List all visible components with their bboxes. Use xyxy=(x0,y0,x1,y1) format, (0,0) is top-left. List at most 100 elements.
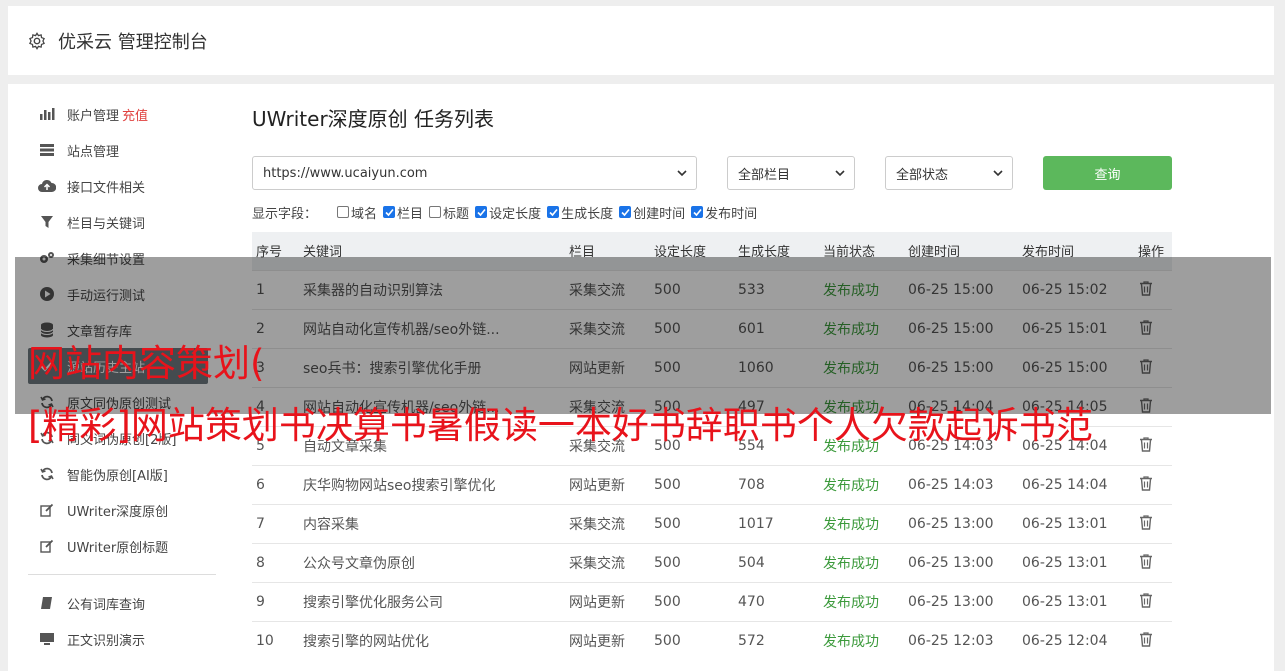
action-cell xyxy=(1134,425,1172,465)
site-select[interactable]: https://www.ucaiyun.com xyxy=(252,156,697,190)
table-cell: 500 xyxy=(650,581,734,621)
column-select[interactable]: 全部栏目 xyxy=(727,156,855,190)
table-cell: 06-25 13:00 xyxy=(904,542,1018,582)
field-checkbox-title[interactable]: 标题 xyxy=(429,203,469,222)
server-icon xyxy=(38,141,56,159)
chevron-down-icon xyxy=(677,170,687,177)
checkbox-checked[interactable] xyxy=(475,206,488,218)
desktop-icon xyxy=(38,630,56,648)
table-row: 8 公众号文章伪原创 采集交流 500 504 发布成功 06-25 13:00 06-25 … xyxy=(252,542,1172,582)
trash-icon[interactable] xyxy=(1138,514,1154,530)
sidebar-item-label: UWriter深度原创 xyxy=(67,504,169,520)
table-cell: 572 xyxy=(734,620,819,660)
table-cell: 内容采集 xyxy=(299,503,565,543)
table-cell: 采集交流 xyxy=(565,503,650,543)
sidebar-item-uwriter[interactable]: UWriter深度原创 xyxy=(28,492,228,528)
field-checkbox-column[interactable]: 栏目 xyxy=(383,203,423,222)
checkbox-label: 栏目 xyxy=(397,206,424,222)
checkbox-label: 生成长度 xyxy=(561,206,614,222)
app-title: 优采云 管理控制台 xyxy=(58,31,208,53)
status-select[interactable]: 全部状态 xyxy=(885,156,1013,190)
table-cell: 06-25 13:01 xyxy=(1018,542,1134,582)
sidebar-item-account[interactable]: 账户管理 充值 xyxy=(28,96,228,132)
table-cell: 网站更新 xyxy=(565,464,650,504)
sidebar-item-columns[interactable]: 栏目与关键词 xyxy=(28,204,228,240)
sidebar-item-label: 栏目与关键词 xyxy=(67,216,146,232)
trash-icon[interactable] xyxy=(1138,475,1154,491)
table-row: 6 庆华购物网站seo搜索引擎优化 网站更新 500 708 发布成功 06-25 14:0… xyxy=(252,464,1172,504)
recharge-link[interactable]: 充值 xyxy=(122,105,148,124)
sidebar-item-label: 智能伪原创[AI版] xyxy=(67,468,168,484)
action-cell xyxy=(1134,464,1172,504)
table-cell: 06-25 13:00 xyxy=(904,581,1018,621)
book-icon xyxy=(38,594,56,612)
table-cell: 搜索引擎的网站优化 xyxy=(299,620,565,660)
overlay-banner xyxy=(15,257,1271,414)
sidebar-divider xyxy=(28,574,216,575)
checkbox-label: 发布时间 xyxy=(705,206,758,222)
table-cell: 06-25 13:00 xyxy=(904,503,1018,543)
chevron-down-icon xyxy=(993,170,1003,177)
trash-icon[interactable] xyxy=(1138,436,1154,452)
site-select-value: https://www.ucaiyun.com xyxy=(263,165,428,181)
sidebar-item-label: 正文识别演示 xyxy=(67,633,146,649)
checkbox-checked[interactable] xyxy=(691,206,704,218)
table-cell: 500 xyxy=(650,464,734,504)
field-checkbox-created[interactable]: 创建时间 xyxy=(619,203,685,222)
overlay-text-line1: 网站内容策划( xyxy=(28,342,265,385)
sidebar-item-public-lexicon[interactable]: 公有词库查询 xyxy=(28,585,228,621)
table-cell: 06-25 12:03 xyxy=(904,620,1018,660)
table-cell: 发布成功 xyxy=(819,542,904,582)
sidebar-item-text-recognition[interactable]: 正文识别演示 xyxy=(28,621,228,657)
table-cell: 7 xyxy=(252,503,299,543)
field-checkbox-set-length[interactable]: 设定长度 xyxy=(475,203,541,222)
gear-icon xyxy=(29,31,45,50)
table-cell: 网站更新 xyxy=(565,581,650,621)
trash-icon[interactable] xyxy=(1138,553,1154,569)
sidebar-item-interface[interactable]: 接口文件相关 xyxy=(28,168,228,204)
table-cell: 06-25 13:01 xyxy=(1018,503,1134,543)
table-cell: 1017 xyxy=(734,503,819,543)
checkbox-label: 域名 xyxy=(351,206,378,222)
trash-icon[interactable] xyxy=(1138,631,1154,647)
table-row: 7 内容采集 采集交流 500 1017 发布成功 06-25 13:00 06-25 13:… xyxy=(252,503,1172,543)
top-header: 优采云 管理控制台 xyxy=(8,6,1274,75)
table-cell: 500 xyxy=(650,503,734,543)
field-checkbox-domain[interactable]: 域名 xyxy=(337,203,377,222)
trash-icon[interactable] xyxy=(1138,592,1154,608)
table-cell: 发布成功 xyxy=(819,503,904,543)
cloud-upload-icon xyxy=(38,177,56,195)
table-cell: 500 xyxy=(650,620,734,660)
table-cell: 6 xyxy=(252,464,299,504)
table-cell: 9 xyxy=(252,581,299,621)
checkbox-unchecked[interactable] xyxy=(429,206,442,218)
action-cell xyxy=(1134,620,1172,660)
table-cell: 采集交流 xyxy=(565,542,650,582)
checkbox-checked[interactable] xyxy=(383,206,396,218)
filter-icon xyxy=(38,213,56,231)
checkbox-unchecked[interactable] xyxy=(337,206,350,218)
display-fields: 显示字段： 域名 栏目 标题 设定长度 生成长度 创建时间 发布时间 xyxy=(252,202,1172,222)
checkbox-label: 创建时间 xyxy=(633,206,686,222)
field-checkbox-gen-length[interactable]: 生成长度 xyxy=(547,203,613,222)
action-cell xyxy=(1134,581,1172,621)
sidebar-item-sites[interactable]: 站点管理 xyxy=(28,132,228,168)
action-cell xyxy=(1134,503,1172,543)
filter-bar: https://www.ucaiyun.com 全部栏目 全部状态 查询 xyxy=(252,156,1172,190)
checkbox-checked[interactable] xyxy=(619,206,632,218)
checkbox-checked[interactable] xyxy=(547,206,560,218)
table-cell: 搜索引擎优化服务公司 xyxy=(299,581,565,621)
table-cell: 8 xyxy=(252,542,299,582)
field-checkbox-published[interactable]: 发布时间 xyxy=(691,203,757,222)
table-row: 9 搜索引擎优化服务公司 网站更新 500 470 发布成功 06-25 13:00 06-2… xyxy=(252,581,1172,621)
column-select-value: 全部栏目 xyxy=(738,167,791,183)
table-cell: 708 xyxy=(734,464,819,504)
sidebar-item-uwriter-title[interactable]: UWriter原创标题 xyxy=(28,528,228,564)
table-row: 10 搜索引擎的网站优化 网站更新 500 572 发布成功 06-25 12:03 06-2… xyxy=(252,620,1172,660)
status-select-value: 全部状态 xyxy=(896,167,949,183)
query-button[interactable]: 查询 xyxy=(1043,156,1172,190)
edit-icon xyxy=(38,501,56,519)
sidebar-item-label: 公有词库查询 xyxy=(67,597,146,613)
edit-icon xyxy=(38,537,56,555)
sidebar-item-ai-rewrite[interactable]: 智能伪原创[AI版] xyxy=(28,456,228,492)
